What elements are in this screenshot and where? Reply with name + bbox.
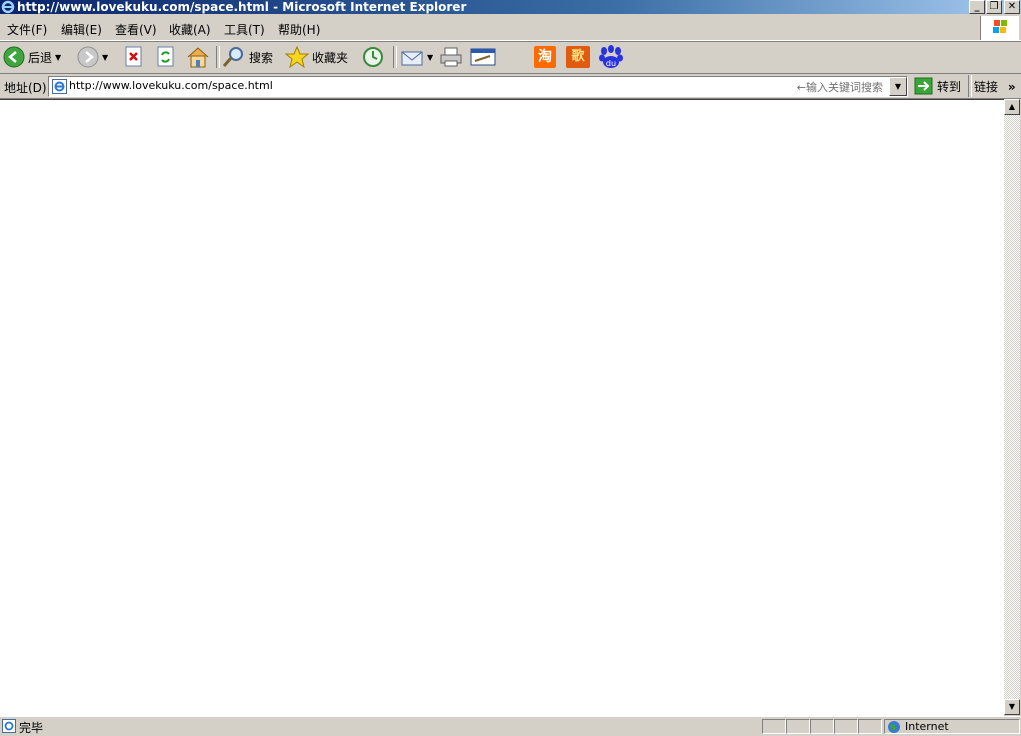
menu-file[interactable]: 文件(F) <box>7 21 47 38</box>
search-icon <box>222 47 243 67</box>
standard-toolbar: 后退 ▼ ▼ 搜索 收藏夹 ▼ 淘 歌 du <box>0 41 1021 74</box>
links-button[interactable]: 链接 » <box>974 78 1016 95</box>
globe-icon <box>888 720 900 733</box>
security-zone[interactable]: Internet <box>884 719 1020 734</box>
menu-help[interactable]: 帮助(H) <box>278 21 320 38</box>
menu-edit[interactable]: 编辑(E) <box>61 21 102 38</box>
go-label: 转到 <box>937 79 962 94</box>
search-hint: ←输入关键词搜索 <box>796 81 883 94</box>
baidu-button[interactable]: du <box>598 45 624 69</box>
back-button[interactable]: 后退 ▼ <box>3 45 61 69</box>
status-pane <box>810 719 834 734</box>
history-icon <box>363 47 383 67</box>
go-arrow-icon <box>914 77 933 95</box>
menu-bar: 文件(F) 编辑(E) 查看(V) 收藏(A) 工具(T) 帮助(H) <box>0 16 1021 41</box>
stop-icon <box>125 46 142 67</box>
home-icon <box>187 47 209 68</box>
refresh-button[interactable] <box>156 45 176 69</box>
status-text: 完毕 <box>19 721 44 735</box>
forward-button[interactable]: ▼ <box>77 45 108 69</box>
page-icon <box>52 79 67 94</box>
back-dropdown-icon[interactable]: ▼ <box>55 53 61 62</box>
address-bar: 地址(D) http://www.lovekuku.com/space.html… <box>0 73 1021 99</box>
mail-dropdown-icon[interactable]: ▼ <box>427 53 433 62</box>
menu-tools[interactable]: 工具(T) <box>224 21 265 38</box>
print-icon <box>440 47 462 67</box>
vertical-scrollbar[interactable]: ▲ ▼ <box>1004 99 1020 715</box>
page-content[interactable] <box>0 99 1004 716</box>
music-icon: 歌 <box>566 46 590 68</box>
ie-logo-icon <box>1 0 15 14</box>
windows-logo <box>980 16 1019 40</box>
windows-flag-icon <box>993 20 1007 33</box>
status-pane <box>834 719 858 734</box>
close-button[interactable]: ✕ <box>1004 0 1020 14</box>
toolbar-separator <box>216 46 220 68</box>
zone-label: Internet <box>905 720 949 733</box>
status-pane <box>786 719 810 734</box>
minimize-button[interactable]: _ <box>969 0 985 14</box>
address-label: 地址(D) <box>4 81 47 95</box>
search-button[interactable]: 搜索 <box>222 45 273 69</box>
mail-icon <box>401 51 423 66</box>
address-separator <box>968 75 972 97</box>
favorites-icon <box>285 46 309 68</box>
status-pane <box>762 719 786 734</box>
mail-button[interactable]: ▼ <box>400 45 433 69</box>
home-button[interactable] <box>186 45 210 69</box>
back-icon <box>3 46 25 68</box>
address-url[interactable]: http://www.lovekuku.com/space.html <box>69 79 273 92</box>
toolbar-separator <box>393 46 397 68</box>
status-pane <box>858 719 882 734</box>
page-done-icon <box>2 719 16 733</box>
scroll-down-button[interactable]: ▼ <box>1004 699 1020 715</box>
scroll-up-button[interactable]: ▲ <box>1004 99 1020 115</box>
address-input[interactable]: http://www.lovekuku.com/space.html ←输入关键… <box>48 76 908 97</box>
favorites-label: 收藏夹 <box>312 50 349 65</box>
status-bar: 完毕 Internet <box>0 716 1021 735</box>
edit-button[interactable] <box>470 45 496 69</box>
taobao-icon: 淘 <box>534 46 556 68</box>
title-bar: http://www.lovekuku.com/space.html - Mic… <box>0 0 1021 14</box>
forward-icon <box>77 46 99 68</box>
music-button[interactable]: 歌 <box>566 45 590 69</box>
links-more-icon[interactable]: » <box>1008 80 1016 94</box>
favorites-button[interactable]: 收藏夹 <box>285 45 348 69</box>
menu-view[interactable]: 查看(V) <box>115 21 157 38</box>
back-label: 后退 <box>28 50 53 65</box>
search-label: 搜索 <box>249 50 274 65</box>
refresh-icon <box>157 46 174 67</box>
forward-dropdown-icon[interactable]: ▼ <box>102 53 108 62</box>
links-label: 链接 <box>974 80 999 94</box>
baidu-icon: du <box>599 45 623 68</box>
window-title: http://www.lovekuku.com/space.html - Mic… <box>17 0 467 14</box>
stop-button[interactable] <box>124 45 144 69</box>
go-button[interactable]: 转到 <box>914 76 961 96</box>
baidu-label: du <box>606 59 616 68</box>
edit-icon <box>470 48 496 66</box>
history-button[interactable] <box>361 45 385 69</box>
print-button[interactable] <box>439 45 463 69</box>
menu-favorites[interactable]: 收藏(A) <box>169 21 211 38</box>
restore-button[interactable]: ❐ <box>986 0 1002 14</box>
address-dropdown-icon[interactable]: ▼ <box>889 77 907 96</box>
taobao-button[interactable]: 淘 <box>534 45 556 69</box>
